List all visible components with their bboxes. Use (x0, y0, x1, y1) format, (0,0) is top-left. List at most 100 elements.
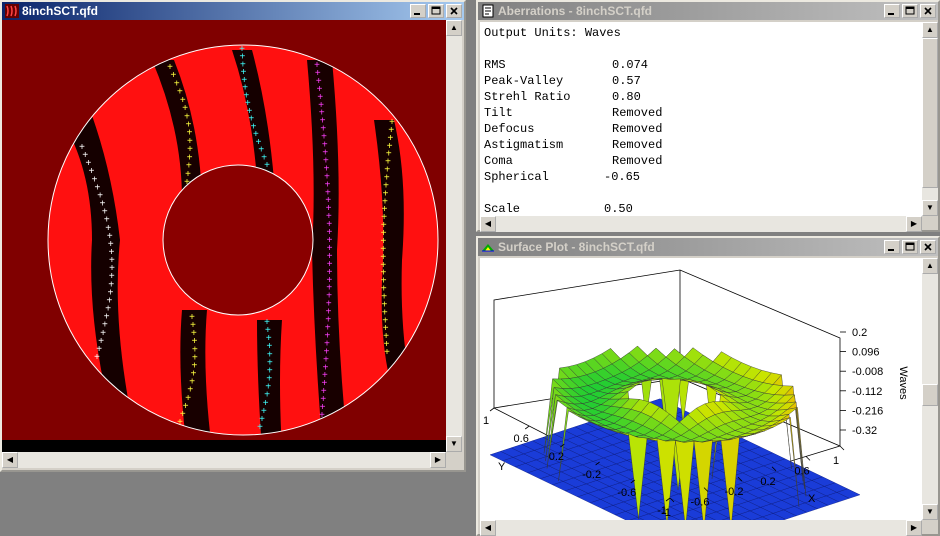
fringe-marker: + (94, 353, 100, 364)
aberration-row: Tilt Removed (484, 106, 662, 120)
z-tick-label: -0.112 (852, 386, 882, 398)
x-tick-label: -0.6 (691, 497, 710, 509)
aberrations-window[interactable]: Aberrations - 8inchSCT.qfd Output Units:… (476, 0, 940, 232)
scroll-right-arrow-icon[interactable]: ▶ (906, 216, 922, 232)
x-tick-mark (839, 445, 845, 451)
maximize-icon (905, 242, 915, 251)
aberrations-text: Output Units: Waves RMS 0.074 Peak-Valley 0… (480, 22, 922, 216)
y-tick-mark (489, 407, 495, 412)
y-tick-label: -0.6 (617, 487, 636, 499)
aberration-value: Removed (612, 122, 663, 136)
fringe-marker: + (257, 423, 263, 434)
x-tick-label: -0.2 (725, 486, 744, 498)
scroll-right-arrow-icon[interactable]: ▶ (430, 452, 446, 468)
maximize-button[interactable] (902, 240, 918, 254)
aberrations-vscroll[interactable]: ▲ ▼ (922, 22, 938, 216)
scroll-thumb[interactable] (922, 384, 938, 406)
y-tick-label: 0.2 (549, 451, 564, 463)
scale-value: 0.50 (604, 202, 633, 216)
close-icon (924, 243, 932, 251)
aberration-value: 0.074 (612, 58, 649, 72)
scroll-left-arrow-icon[interactable]: ◀ (480, 216, 496, 232)
document-icon (481, 4, 495, 18)
surface-plot-window[interactable]: Surface Plot - 8inchSCT.qfd 0.2 0.096 -0.0… (476, 236, 940, 536)
surface-plot-titlebar[interactable]: Surface Plot - 8inchSCT.qfd (478, 238, 938, 256)
y-tick-label: -1 (657, 505, 667, 517)
surface-plot-canvas[interactable]: 0.2 0.096 -0.008 -0.112 -0.216 -0.32 1 0.6 0.2 -… (480, 258, 922, 536)
scroll-down-arrow-icon[interactable]: ▼ (446, 436, 462, 452)
fringe-marker: + (319, 411, 325, 422)
surface-plot-view[interactable]: 0.2 0.096 -0.008 -0.112 -0.216 -0.32 1 0.6 0.2 -… (480, 258, 922, 536)
surface-hscroll[interactable]: ◀ ▶ (480, 520, 922, 536)
scroll-up-arrow-icon[interactable]: ▲ (922, 258, 938, 274)
close-button[interactable] (920, 4, 936, 18)
close-button[interactable] (920, 240, 936, 254)
fringe-marker: + (184, 178, 190, 189)
x-tick-label: 1 (833, 455, 839, 467)
scroll-left-arrow-icon[interactable]: ◀ (2, 452, 18, 468)
scroll-down-arrow-icon[interactable]: ▼ (922, 200, 938, 216)
scroll-up-arrow-icon[interactable]: ▲ (446, 20, 462, 36)
z-axis-label: Waves (897, 366, 909, 400)
aberration-row: RMS 0.074 (484, 58, 648, 72)
close-button[interactable] (446, 4, 462, 18)
aberration-row: Strehl Ratio 0.80 (484, 90, 641, 104)
minimize-button[interactable] (884, 4, 900, 18)
scroll-thumb[interactable] (922, 38, 938, 188)
scroll-up-arrow-icon[interactable]: ▲ (922, 22, 938, 38)
fringe-marker: + (177, 418, 183, 429)
aberration-label: Peak-Valley (484, 74, 564, 88)
z-tick-label: -0.32 (852, 425, 877, 437)
aberration-row: Astigmatism Removed (484, 138, 662, 152)
interferogram-titlebar[interactable]: 8inchSCT.qfd (2, 2, 464, 20)
interferogram-image[interactable]: ++++++++++++++++++++++++++++++++++++++++… (2, 20, 446, 452)
minimize-icon (888, 249, 894, 251)
fringe-marker: + (264, 161, 270, 172)
aberration-label: Tilt (484, 106, 513, 120)
x-tick-mark (805, 456, 811, 461)
window-title: Aberrations - 8inchSCT.qfd (498, 4, 653, 18)
interferogram-vscroll[interactable]: ▲ ▼ (446, 20, 462, 452)
scale-row: Scale 0.50 (484, 202, 633, 216)
z-tick-label: 0.2 (852, 327, 867, 339)
aberration-value: -0.65 (604, 170, 641, 184)
aberration-label: Spherical (484, 170, 549, 184)
z-tick-label: 0.096 (852, 347, 880, 359)
aberration-value: 0.57 (612, 74, 641, 88)
maximize-icon (431, 6, 441, 15)
window-title: 8inchSCT.qfd (22, 4, 99, 18)
interferogram-hscroll[interactable]: ◀ ▶ (2, 452, 446, 468)
x-tick-label: 0.2 (760, 476, 775, 488)
y-tick-label: -0.2 (582, 469, 601, 481)
scroll-left-arrow-icon[interactable]: ◀ (480, 520, 496, 536)
y-tick-label: 0.6 (514, 433, 529, 445)
minimize-icon (888, 13, 894, 15)
aberration-value: 0.80 (612, 90, 641, 104)
surface-vscroll[interactable]: ▲ ▼ (922, 258, 938, 520)
interferogram-window[interactable]: 8inchSCT.qfd + + + + + + + + + + + + + +… (0, 0, 466, 472)
maximize-button[interactable] (902, 4, 918, 18)
minimize-button[interactable] (884, 240, 900, 254)
scroll-right-arrow-icon[interactable]: ▶ (906, 520, 922, 536)
maximize-icon (905, 6, 915, 15)
aberration-value: Removed (612, 138, 663, 152)
aberration-row: Defocus Removed (484, 122, 662, 136)
interferogram-view[interactable]: + + + + + + + + + + + + + + + + + + + + + + + + + + + + + + + + + + + + + + + +… (2, 20, 446, 452)
minimize-icon (414, 13, 420, 15)
y-axis-label: Y (498, 461, 506, 473)
maximize-button[interactable] (428, 4, 444, 18)
aberration-label: Strehl Ratio (484, 90, 571, 104)
aberration-row: Coma Removed (484, 154, 662, 168)
aberration-value: Removed (612, 154, 663, 168)
scale-label: Scale (484, 202, 521, 216)
aberrations-hscroll[interactable]: ◀ ▶ (480, 216, 922, 232)
scroll-down-arrow-icon[interactable]: ▼ (922, 504, 938, 520)
window-title: Surface Plot - 8inchSCT.qfd (498, 240, 655, 254)
aberrations-titlebar[interactable]: Aberrations - 8inchSCT.qfd (478, 2, 938, 20)
aberration-label: Coma (484, 154, 513, 168)
aberration-label: Defocus (484, 122, 535, 136)
minimize-button[interactable] (410, 4, 426, 18)
z-tick-label: -0.216 (852, 405, 883, 417)
aberration-row: Peak-Valley 0.57 (484, 74, 641, 88)
aberration-row: Spherical -0.65 (484, 170, 640, 184)
